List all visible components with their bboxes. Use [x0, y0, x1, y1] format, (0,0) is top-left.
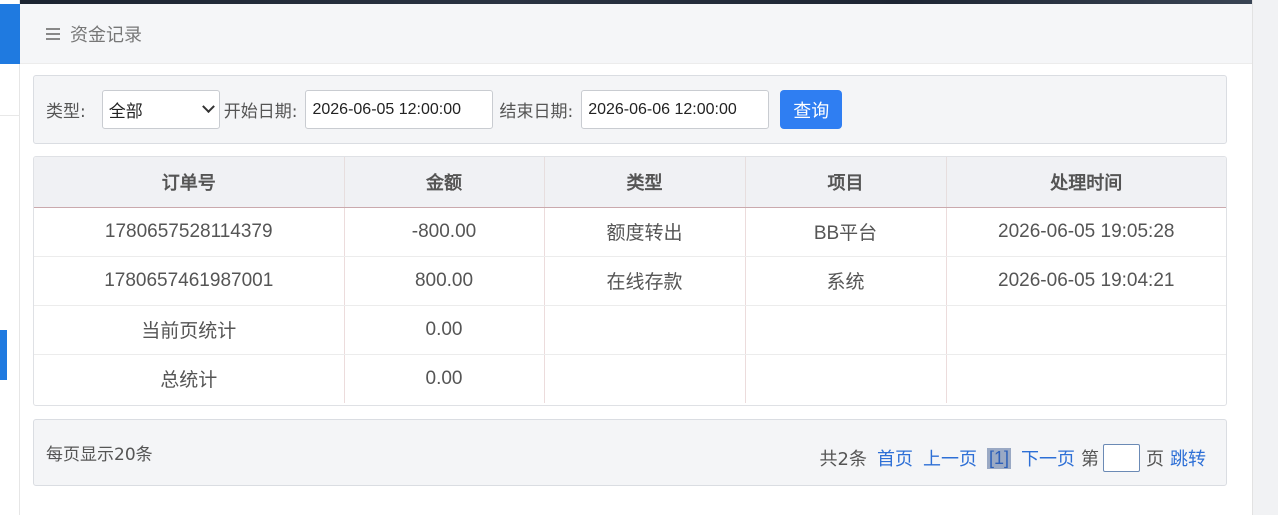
- cell-time: 2026-06-05 19:05:28: [946, 207, 1226, 257]
- page-number-input[interactable]: [1103, 444, 1140, 472]
- column-header-type[interactable]: 类型: [544, 157, 746, 208]
- cell-empty: [544, 354, 746, 403]
- cell-total-label: 总统计: [34, 354, 345, 403]
- column-header-order-no[interactable]: 订单号: [34, 157, 345, 208]
- table-header-row: 订单号 金额 类型 项目 处理时间: [34, 157, 1226, 208]
- pagination-controls: 共2条 首页 上一页 [1] 下一页 第 页 跳转: [820, 444, 1206, 472]
- start-date-input[interactable]: 2026-06-05 12:00:00: [305, 90, 494, 129]
- end-date-label: 结束日期:: [499, 102, 574, 122]
- panel-header: 资金记录: [20, 4, 1252, 64]
- table-row: 1780657461987001 800.00 在线存款 系统 2026-06-…: [34, 256, 1226, 306]
- sidebar-active-marker[interactable]: [0, 4, 20, 64]
- sidebar-divider: [0, 115, 20, 116]
- cell-empty: [544, 305, 746, 355]
- main-panel: 资金记录 类型: 全部 开始日期: 2026-06-05 12:00:00 结束…: [20, 4, 1252, 515]
- type-select[interactable]: 全部: [101, 90, 220, 129]
- table-row-page-summary: 当前页统计 0.00: [34, 305, 1226, 355]
- cell-summary-amount: 0.00: [344, 305, 545, 355]
- cell-project: BB平台: [745, 207, 947, 257]
- sidebar-selected-indicator[interactable]: [0, 330, 7, 380]
- cell-time: 2026-06-05 19:04:21: [946, 256, 1226, 306]
- prev-page-link[interactable]: 上一页: [923, 445, 977, 471]
- cell-order-no: 1780657461987001: [34, 256, 345, 306]
- type-select-value: 全部: [108, 102, 143, 122]
- pagination-bar: 每页显示20条 共2条 首页 上一页 [1] 下一页 第 页 跳转: [33, 419, 1227, 486]
- column-header-amount[interactable]: 金额: [344, 157, 545, 208]
- cell-amount: -800.00: [344, 207, 545, 257]
- total-count: 共2条: [819, 449, 867, 470]
- first-page-link[interactable]: 首页: [877, 445, 913, 471]
- cell-project: 系统: [745, 256, 947, 306]
- left-sidebar-edge: [0, 0, 20, 515]
- table-row: 1780657528114379 -800.00 额度转出 BB平台 2026-…: [34, 207, 1226, 257]
- page-suffix: 页: [1146, 449, 1164, 470]
- next-page-link[interactable]: 下一页: [1021, 445, 1075, 471]
- right-scroll-area: [1252, 0, 1278, 515]
- chevron-down-icon: [201, 100, 215, 114]
- right-divider: [1252, 0, 1253, 515]
- records-table: 订单号 金额 类型 项目 处理时间 1780657528114379 -800.…: [33, 156, 1227, 406]
- cell-empty: [745, 305, 947, 355]
- cell-empty: [946, 354, 1226, 403]
- column-header-time[interactable]: 处理时间: [946, 157, 1226, 208]
- type-label: 类型:: [46, 102, 86, 122]
- per-page-text: 每页显示20条: [46, 445, 153, 465]
- table-row-total-summary: 总统计 0.00: [34, 354, 1226, 403]
- current-page[interactable]: [1]: [986, 447, 1011, 469]
- filter-bar: 类型: 全部 开始日期: 2026-06-05 12:00:00 结束日期: 2…: [33, 75, 1227, 144]
- column-header-project[interactable]: 项目: [745, 157, 947, 208]
- cell-summary-label: 当前页统计: [34, 305, 345, 355]
- cell-type: 在线存款: [544, 256, 746, 306]
- query-button[interactable]: 查询: [780, 90, 843, 129]
- page-title: 资金记录: [70, 24, 142, 46]
- cell-order-no: 1780657528114379: [34, 207, 345, 257]
- cell-type: 额度转出: [544, 207, 746, 257]
- page-prefix: 第: [1081, 449, 1099, 470]
- end-date-input[interactable]: 2026-06-06 12:00:00: [581, 90, 770, 129]
- jump-button[interactable]: 跳转: [1170, 445, 1206, 471]
- start-date-label: 开始日期:: [223, 102, 298, 122]
- cell-empty: [946, 305, 1226, 355]
- cell-empty: [745, 354, 947, 403]
- cell-amount: 800.00: [344, 256, 545, 306]
- cell-total-amount: 0.00: [344, 354, 545, 403]
- hamburger-icon[interactable]: [46, 25, 60, 43]
